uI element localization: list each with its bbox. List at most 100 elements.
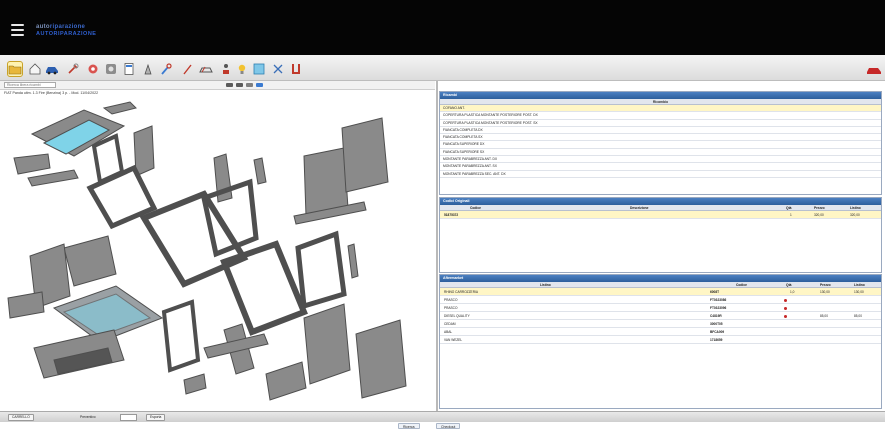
stock-dot-icon <box>784 299 787 302</box>
part-row[interactable]: FIANCATA COMPLETA DX <box>440 127 881 135</box>
rear-door-right <box>355 319 407 399</box>
part-row[interactable]: MONTANTE PARABREZZA SEC. ANT. DX <box>440 171 881 178</box>
aftermarket-title: Aftermarket <box>440 275 881 282</box>
tab-checkout[interactable]: Checkout <box>436 423 461 429</box>
aftermarket-name: PRASCO <box>444 306 458 310</box>
export-button[interactable]: Esporta <box>146 414 166 421</box>
front-fender-left <box>63 235 117 287</box>
rear-side-frame <box>220 240 308 336</box>
aftermarket-code: 1718659 <box>710 338 723 342</box>
app-window: autoriparazione AUTORIPARAZIONE FIAT Pan… <box>0 0 885 430</box>
parts-panel: Ricambi Ricambio COFANO ANT. COPERTURA P… <box>439 91 882 195</box>
wrench-icon[interactable] <box>159 62 173 76</box>
aftermarket-code: C4819R <box>710 314 722 318</box>
grid-view-icon[interactable] <box>236 83 243 87</box>
info-icon[interactable] <box>256 83 263 87</box>
main-toolbar <box>0 55 885 81</box>
gear-wheel-icon[interactable] <box>86 62 100 76</box>
lightbulb-icon[interactable] <box>235 62 249 76</box>
front-left-fender <box>161 299 201 373</box>
original-listino: 320,00 <box>850 213 860 217</box>
person-icon[interactable] <box>219 62 233 76</box>
list-view-icon[interactable] <box>246 83 253 87</box>
vehicle-breadcrumb: FIAT Panda ultm. 1.3 Fire (Benzina) 3 p.… <box>4 91 99 95</box>
logo-text-line2: AUTORIPARAZIONE <box>36 31 97 37</box>
aftermarket-name: CEDAM <box>444 322 456 326</box>
quarter-panel-right <box>265 361 307 401</box>
original-qty: 1 <box>790 213 792 217</box>
aftermarket-listino: 85,00 <box>854 314 862 318</box>
aftermarket-rows: RHINO CARROZZERIA 6008T 1,0 130,00 130,00 PRA… <box>440 288 881 344</box>
aftermarket-panel: Aftermarket Listino Codice Qtà Prezzo Li… <box>439 274 882 409</box>
pen-icon[interactable] <box>181 62 195 76</box>
part-row[interactable]: FIANCATA SUPERIORE SX <box>440 149 881 157</box>
calculator-icon[interactable] <box>122 62 136 76</box>
aftermarket-name: ABAL <box>444 330 453 334</box>
cart-button[interactable]: CARRELLO <box>8 414 34 421</box>
aftermarket-prezzo: 130,00 <box>820 290 830 294</box>
part-row[interactable]: COPERTURA PLASTICA MONTANTE POSTERIORE P… <box>440 120 881 127</box>
aftermarket-row[interactable]: RHINO CARROZZERIA 6008T 1,0 130,00 130,00 <box>440 288 881 296</box>
tailgate-panel <box>341 117 389 193</box>
logo-text-a: auto <box>36 24 50 30</box>
aftermarket-name: VAN WEZEL <box>444 338 463 342</box>
car-side-icon[interactable] <box>45 62 59 76</box>
aftermarket-row[interactable]: PRASCO FT0323096 <box>440 304 881 312</box>
sill-left <box>27 169 79 187</box>
small-bracket <box>253 157 267 185</box>
original-code: 51875372 <box>444 213 459 217</box>
stock-dot-icon <box>784 307 787 310</box>
target-icon[interactable] <box>252 62 266 76</box>
part-row[interactable]: FIANCATA SUPERIORE DX <box>440 141 881 149</box>
logo-text-b: riparazione <box>49 24 86 30</box>
original-code-row[interactable]: 51875372 1 320,00 320,00 <box>440 211 881 219</box>
folder-icon[interactable] <box>7 61 23 77</box>
aftermarket-code: 3000T05 <box>710 322 723 326</box>
vertical-splitter[interactable] <box>436 81 438 411</box>
red-car-icon[interactable] <box>867 66 881 74</box>
aftermarket-row[interactable]: PRASCO FT0323086 <box>440 296 881 304</box>
aftermarket-listino: 130,00 <box>854 290 864 294</box>
tailgate <box>303 147 349 217</box>
front-panel <box>7 291 45 319</box>
part-row[interactable]: COFANO ANT. <box>440 105 881 113</box>
search-subbar <box>0 81 435 90</box>
hamburger-menu-icon[interactable] <box>11 24 24 36</box>
quote-input[interactable] <box>120 414 137 421</box>
tools-icon[interactable] <box>66 62 80 76</box>
aftermarket-row[interactable]: DIESEL QUALITY C4819R 85,00 85,00 <box>440 312 881 320</box>
aftermarket-row[interactable]: ABAL BFCA009 <box>440 328 881 336</box>
aftermarket-prezzo: 85,00 <box>820 314 828 318</box>
body-parts-exploded-diagram[interactable] <box>4 98 432 408</box>
car-outline-icon[interactable] <box>199 62 213 76</box>
small-trim <box>183 373 207 395</box>
aftermarket-row[interactable]: VAN WEZEL 1718659 <box>440 336 881 344</box>
parts-panel-title: Ricambi <box>440 92 881 99</box>
part-row[interactable]: MONTANTE PARABREZZA ANT. SX <box>440 163 881 171</box>
search-input[interactable] <box>4 82 56 88</box>
aftermarket-name: RHINO CARROZZERIA <box>444 290 479 294</box>
tab-ricerca[interactable]: Ricerca <box>398 423 420 429</box>
brand-logo[interactable]: autoriparazione AUTORIPARAZIONE <box>36 24 124 38</box>
scissors-icon[interactable] <box>271 62 285 76</box>
aftermarket-code: 6008T <box>710 290 720 294</box>
part-row[interactable]: COPERTURA PLASTICA MONTANTE POSTERIORE P… <box>440 112 881 120</box>
view-toggle-icon[interactable] <box>226 83 233 87</box>
aftermarket-code: BFCA009 <box>710 330 725 334</box>
disc-icon[interactable] <box>104 62 118 76</box>
aftermarket-row[interactable]: CEDAM 3000T05 <box>440 320 881 328</box>
bottom-toolbar: CARRELLO Preventivo Esporta <box>0 411 885 422</box>
quote-label: Preventivo <box>80 415 96 419</box>
original-codes-panel: Codici Originali Codice Descrizione Qtà … <box>439 197 882 273</box>
jack-icon[interactable] <box>141 62 155 76</box>
aftermarket-name: DIESEL QUALITY <box>444 314 470 318</box>
home-icon[interactable] <box>28 62 42 76</box>
part-row[interactable]: FIANCATA COMPLETA SX <box>440 134 881 142</box>
stock-dot-icon <box>784 315 787 318</box>
aftermarket-code: FT0323096 <box>710 306 727 310</box>
seat-icon[interactable] <box>289 62 303 76</box>
aftermarket-code: FT0323086 <box>710 298 727 302</box>
footer-tabs: Ricerca Checkout <box>0 422 885 430</box>
top-header-bar: autoriparazione AUTORIPARAZIONE <box>0 0 885 55</box>
part-row[interactable]: MONTANTE PARABREZZA ANT. DX <box>440 156 881 164</box>
